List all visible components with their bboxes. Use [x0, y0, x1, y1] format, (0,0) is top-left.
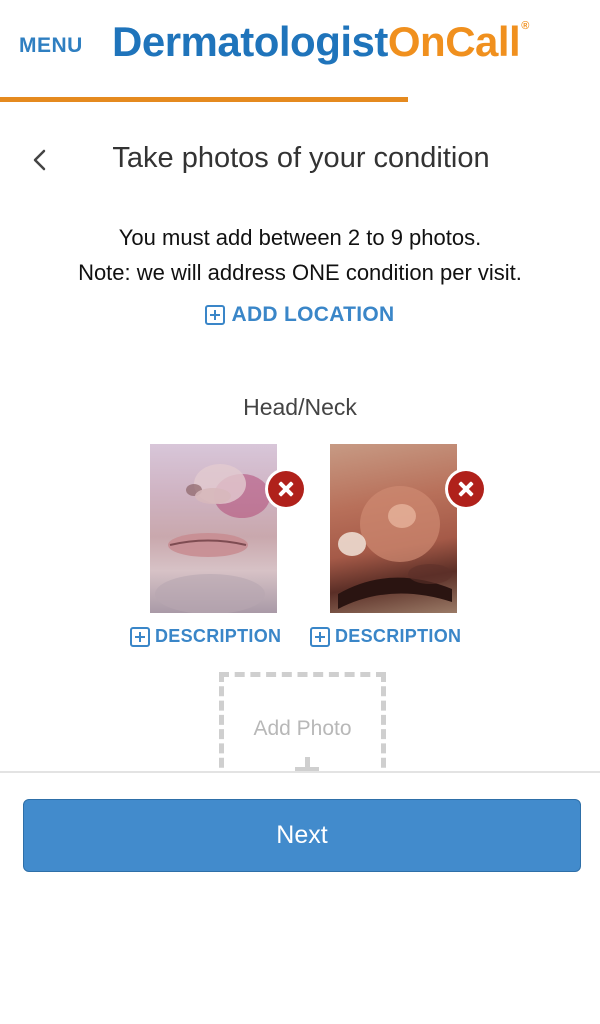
add-description-button-2[interactable]: DESCRIPTION [310, 626, 461, 652]
description-label: DESCRIPTION [155, 626, 282, 646]
plus-square-icon [130, 626, 150, 647]
progress-bar-fill [0, 97, 408, 102]
add-location-label: ADD LOCATION [231, 303, 395, 326]
add-photo-label: Add Photo [253, 717, 352, 740]
brand-logo: DermatologistOnCall® [112, 18, 529, 66]
description-label: DESCRIPTION [335, 626, 462, 646]
plus-square-icon [310, 626, 330, 647]
logo-text-oncall: OnCall [387, 18, 521, 65]
add-description-link-1: DESCRIPTION [130, 626, 281, 647]
registered-mark: ® [521, 20, 529, 32]
nose-photo-image [338, 486, 452, 609]
add-description-button-1[interactable]: DESCRIPTION [130, 626, 281, 652]
add-location-button[interactable]: ADD LOCATION [0, 303, 600, 330]
progress-bar [0, 97, 600, 102]
app-header: MENU DermatologistOnCall® [0, 0, 600, 102]
condition-photo-1[interactable] [150, 444, 277, 613]
instruction-one-condition: Note: we will address ONE condition per … [78, 260, 522, 285]
logo-text-dermatologist: Dermatologist [112, 18, 388, 65]
location-label: Head/Neck [243, 394, 357, 420]
condition-photo-2[interactable] [330, 444, 457, 613]
instruction-photo-count: You must add between 2 to 9 photos. [118, 225, 482, 250]
face-photo-image [155, 464, 270, 613]
add-location-link: ADD LOCATION [205, 303, 394, 327]
footer-bar: Next [0, 771, 600, 1024]
add-description-link-2: DESCRIPTION [310, 626, 461, 647]
page-title: Take photos of your condition [112, 142, 490, 174]
add-photo-button[interactable]: Add Photo [219, 672, 386, 782]
close-icon [448, 471, 484, 507]
remove-photo-2-button[interactable] [445, 468, 487, 510]
plus-square-icon [205, 305, 226, 325]
next-button[interactable]: Next [23, 799, 581, 872]
remove-photo-1-button[interactable] [265, 468, 307, 510]
instructions: You must add between 2 to 9 photos. Note… [0, 220, 600, 290]
close-icon [268, 471, 304, 507]
menu-button[interactable]: MENU [19, 34, 83, 58]
